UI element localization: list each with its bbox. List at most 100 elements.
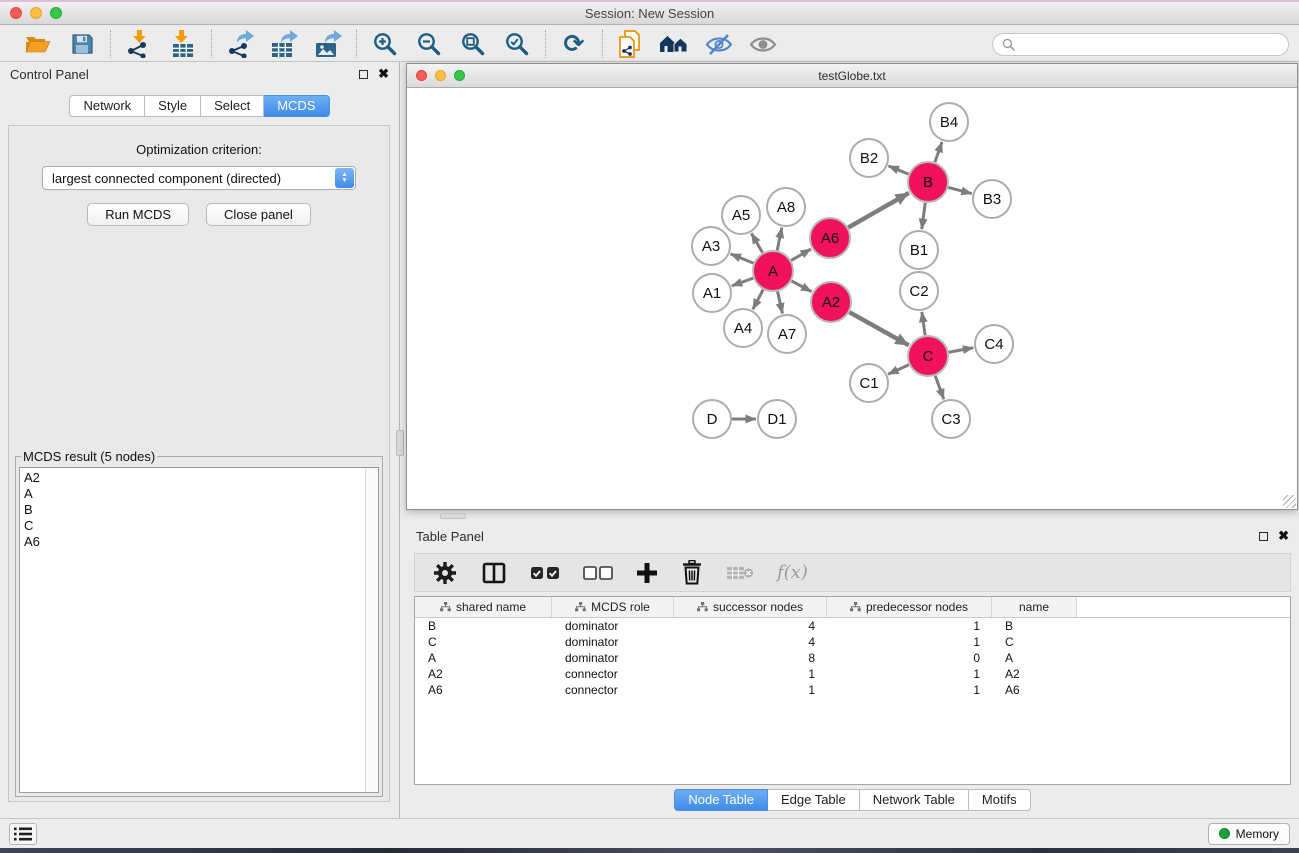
node-A3[interactable]: A3 [692, 227, 730, 265]
table-cell[interactable]: B [415, 619, 552, 633]
splitter-grip[interactable] [396, 430, 404, 456]
edge-A6-B[interactable] [848, 193, 909, 228]
column-header-shared-name[interactable]: shared name [415, 597, 552, 617]
node-B[interactable]: B [908, 162, 948, 202]
edge-A-A4[interactable] [753, 290, 763, 310]
table-cell[interactable]: C [415, 635, 552, 649]
edge-A2-C[interactable] [849, 312, 908, 345]
node-C3[interactable]: C3 [932, 400, 970, 438]
float-panel-icon[interactable] [1259, 532, 1268, 541]
edge-C-C1[interactable] [888, 365, 909, 375]
table-cell[interactable]: 1 [827, 635, 992, 649]
edge-A-A5[interactable] [751, 233, 762, 253]
zoom-out-button[interactable] [412, 29, 446, 59]
close-panel-button[interactable]: Close panel [206, 203, 311, 226]
result-list-item[interactable]: C [24, 518, 378, 534]
export-network-button[interactable] [223, 29, 257, 59]
edge-B-B3[interactable] [948, 187, 971, 193]
result-list-item[interactable]: B [24, 502, 378, 518]
table-cell[interactable]: A2 [992, 667, 1077, 681]
result-list-scrollbar[interactable] [365, 468, 378, 792]
optimization-criterion-dropdown[interactable]: largest connected component (directed) ▲… [42, 166, 356, 190]
table-cell[interactable]: A [992, 651, 1077, 665]
run-mcds-button[interactable]: Run MCDS [87, 203, 189, 226]
import-table-button[interactable] [166, 29, 200, 59]
refresh-layout-button[interactable]: ⟳ [557, 29, 591, 59]
search-input[interactable] [1020, 37, 1279, 51]
table-cell[interactable]: dominator [552, 619, 674, 633]
deselect-all-rows-button[interactable] [583, 566, 613, 580]
tab-style[interactable]: Style [145, 95, 201, 117]
zoom-fit-button[interactable] [456, 29, 490, 59]
network-window-titlebar[interactable]: testGlobe.txt [407, 64, 1297, 88]
node-C2[interactable]: C2 [900, 272, 938, 310]
select-all-rows-button[interactable] [530, 566, 560, 580]
node-B2[interactable]: B2 [850, 139, 888, 177]
node-A7[interactable]: A7 [768, 315, 806, 353]
tab-mcds[interactable]: MCDS [264, 95, 329, 117]
memory-button[interactable]: Memory [1208, 823, 1290, 845]
node-A6[interactable]: A6 [810, 218, 850, 258]
table-cell[interactable]: dominator [552, 651, 674, 665]
open-session-button[interactable] [21, 29, 55, 59]
horizontal-splitter-grip[interactable] [440, 513, 466, 519]
edge-B-B1[interactable] [922, 203, 925, 229]
table-cell[interactable]: A2 [415, 667, 552, 681]
show-panel-list-button[interactable] [9, 823, 37, 845]
table-cell[interactable]: connector [552, 667, 674, 681]
edge-A-A7[interactable] [778, 291, 783, 313]
table-cell[interactable]: 1 [674, 667, 827, 681]
table-cell[interactable]: A [415, 651, 552, 665]
delete-column-button[interactable] [681, 560, 703, 585]
result-list-item[interactable]: A [24, 486, 378, 502]
export-image-button[interactable] [311, 29, 345, 59]
tab-edge-table[interactable]: Edge Table [768, 789, 860, 811]
close-panel-icon[interactable]: ✖ [1278, 531, 1289, 541]
node-A2[interactable]: A2 [811, 282, 851, 322]
table-cell[interactable]: B [992, 619, 1077, 633]
split-columns-button[interactable] [481, 561, 507, 585]
table-cell[interactable]: 0 [827, 651, 992, 665]
hide-panels-button[interactable] [702, 29, 736, 59]
edge-C-C3[interactable] [935, 376, 944, 400]
table-cell[interactable]: 8 [674, 651, 827, 665]
tab-select[interactable]: Select [201, 95, 264, 117]
clone-network-button[interactable] [614, 29, 648, 59]
window-resize-grip[interactable] [1283, 495, 1296, 508]
table-cell[interactable]: 1 [827, 683, 992, 697]
float-panel-icon[interactable] [359, 70, 368, 79]
table-cell[interactable]: connector [552, 683, 674, 697]
node-A1[interactable]: A1 [693, 274, 731, 312]
column-header-name[interactable]: name [992, 597, 1077, 617]
import-network-button[interactable] [122, 29, 156, 59]
table-cell[interactable]: 4 [674, 619, 827, 633]
column-header-predecessor-nodes[interactable]: predecessor nodes [827, 597, 992, 617]
export-table-button[interactable] [267, 29, 301, 59]
edge-C-C2[interactable] [922, 312, 925, 335]
table-cell[interactable]: A6 [992, 683, 1077, 697]
table-row[interactable]: Cdominator41C [415, 634, 1290, 650]
node-D[interactable]: D [693, 400, 731, 438]
table-cell[interactable]: 1 [827, 619, 992, 633]
table-cell[interactable]: 1 [827, 667, 992, 681]
table-row[interactable]: A2connector11A2 [415, 666, 1290, 682]
edge-A-A8[interactable] [777, 228, 782, 251]
node-C4[interactable]: C4 [975, 325, 1013, 363]
table-cell[interactable]: 1 [674, 683, 827, 697]
network-canvas[interactable]: AA1A2A3A4A5A6A7A8BB1B2B3B4CC1C2C3C4DD1 [407, 88, 1297, 509]
edge-B-B2[interactable] [888, 166, 908, 174]
edge-C-C4[interactable] [949, 348, 974, 352]
node-A4[interactable]: A4 [724, 309, 762, 347]
tab-motifs[interactable]: Motifs [969, 789, 1031, 811]
column-header-successor-nodes[interactable]: successor nodes [674, 597, 827, 617]
zoom-in-button[interactable] [368, 29, 402, 59]
node-B4[interactable]: B4 [930, 103, 968, 141]
network-overview-button[interactable] [658, 29, 692, 59]
add-column-button[interactable] [636, 562, 658, 584]
node-B3[interactable]: B3 [973, 180, 1011, 218]
node-A[interactable]: A [753, 251, 793, 291]
node-D1[interactable]: D1 [758, 400, 796, 438]
zoom-selected-button[interactable] [500, 29, 534, 59]
edge-A-A2[interactable] [792, 281, 812, 292]
tab-network-table[interactable]: Network Table [860, 789, 969, 811]
